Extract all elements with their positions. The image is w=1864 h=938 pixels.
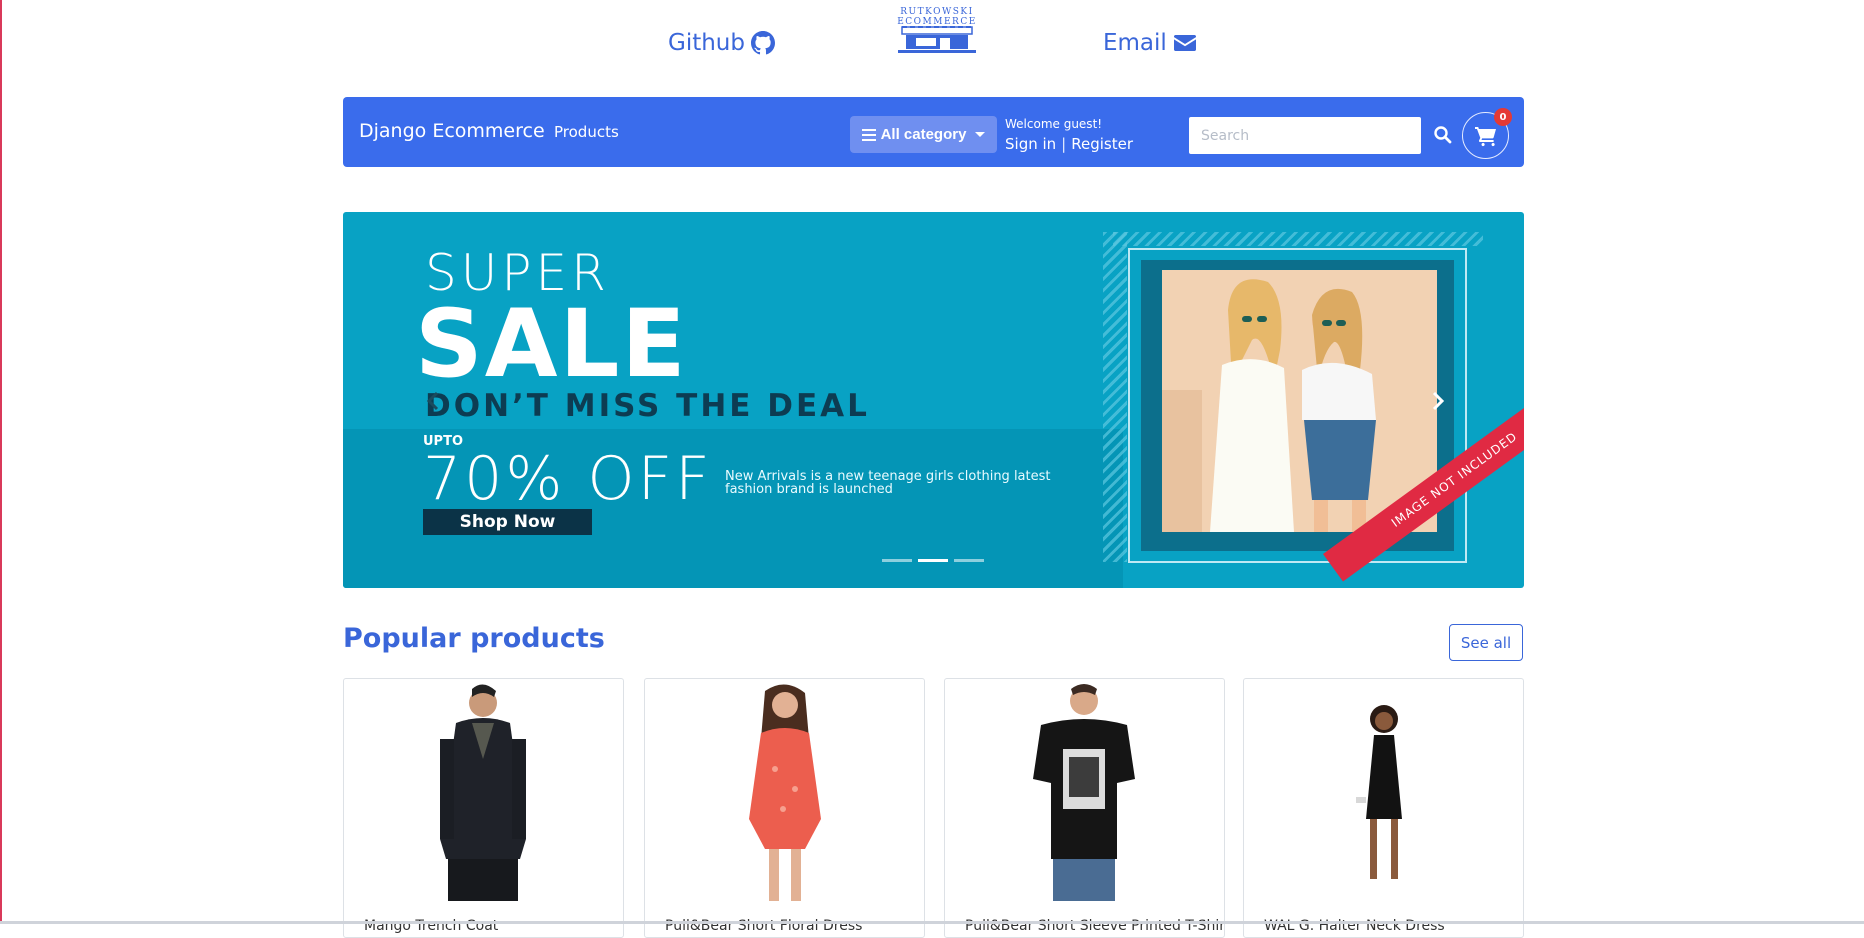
register-link[interactable]: Register (1071, 135, 1133, 153)
brand-link[interactable]: Django Ecommerce (359, 120, 545, 142)
main-navbar: Django Ecommerce Products All category W… (343, 97, 1524, 167)
carousel-next-button[interactable] (1426, 390, 1448, 412)
email-label: Email (1103, 30, 1167, 56)
promo-carousel: SUPER SALE DON’T MISS THE DEAL UPTO 70% … (343, 212, 1524, 588)
carousel-indicator-3[interactable] (954, 559, 984, 562)
window-edge (0, 0, 2, 924)
carousel-indicator-2[interactable] (918, 559, 948, 562)
chevron-right-icon (1432, 391, 1445, 411)
product-card[interactable]: Pull&Bear Short Floral Dress (644, 678, 925, 938)
storefront-icon: RUTKOWSKI ECOMMERCE (897, 7, 977, 53)
product-image[interactable] (645, 679, 924, 901)
banner-models-photo (1162, 270, 1437, 532)
hamburger-icon (861, 128, 876, 141)
product-image[interactable] (344, 679, 623, 901)
product-image[interactable] (945, 679, 1224, 901)
banner-shop-now: Shop Now (423, 509, 592, 535)
banner-discount: 70% OFF (423, 444, 713, 514)
search-button[interactable] (1431, 123, 1455, 147)
store-logo[interactable]: RUTKOWSKI ECOMMERCE (884, 4, 990, 56)
carousel-indicator-1[interactable] (882, 559, 912, 562)
cart-icon (1474, 126, 1496, 146)
banner-pattern (1103, 232, 1127, 562)
banner-description: New Arrivals is a new teenage girls clot… (725, 469, 1051, 497)
search-input[interactable] (1189, 117, 1421, 154)
product-card[interactable]: Mango Trench Coat (343, 678, 624, 938)
welcome-text: Welcome guest! (1005, 117, 1103, 131)
chevron-left-icon (426, 391, 439, 411)
search-icon (1434, 126, 1452, 144)
email-link[interactable]: Email (1103, 30, 1197, 56)
github-label: Github (668, 30, 745, 56)
cart-count-badge: 0 (1494, 108, 1512, 126)
all-category-dropdown[interactable]: All category (850, 116, 997, 153)
carousel-prev-button[interactable] (423, 390, 445, 412)
banner-line-deal: DON’T MISS THE DEAL (425, 388, 870, 424)
product-card[interactable]: Pull&Bear Short Sleeve Printed T-Shirt (944, 678, 1225, 938)
caret-down-icon (975, 132, 986, 137)
product-image[interactable] (1244, 679, 1523, 901)
nav-products-link[interactable]: Products (554, 123, 619, 141)
auth-separator: | (1061, 135, 1067, 153)
github-icon (751, 31, 775, 55)
popular-products-heading: Popular products (343, 623, 605, 654)
all-category-label: All category (880, 126, 967, 143)
auth-links: Sign in | Register (1005, 135, 1133, 153)
banner-line-sale: SALE (415, 290, 688, 399)
carousel-indicators (882, 559, 984, 562)
github-link[interactable]: Github (668, 30, 775, 56)
envelope-icon (1173, 35, 1196, 51)
svg-text:ECOMMERCE: ECOMMERCE (897, 17, 977, 27)
sign-in-link[interactable]: Sign in (1005, 135, 1056, 153)
see-all-button[interactable]: See all (1449, 624, 1523, 661)
svg-text:RUTKOWSKI: RUTKOWSKI (900, 7, 973, 17)
banner-pattern-top (1113, 232, 1483, 246)
product-card[interactable]: WAL G. Halter Neck Dress (1243, 678, 1524, 938)
